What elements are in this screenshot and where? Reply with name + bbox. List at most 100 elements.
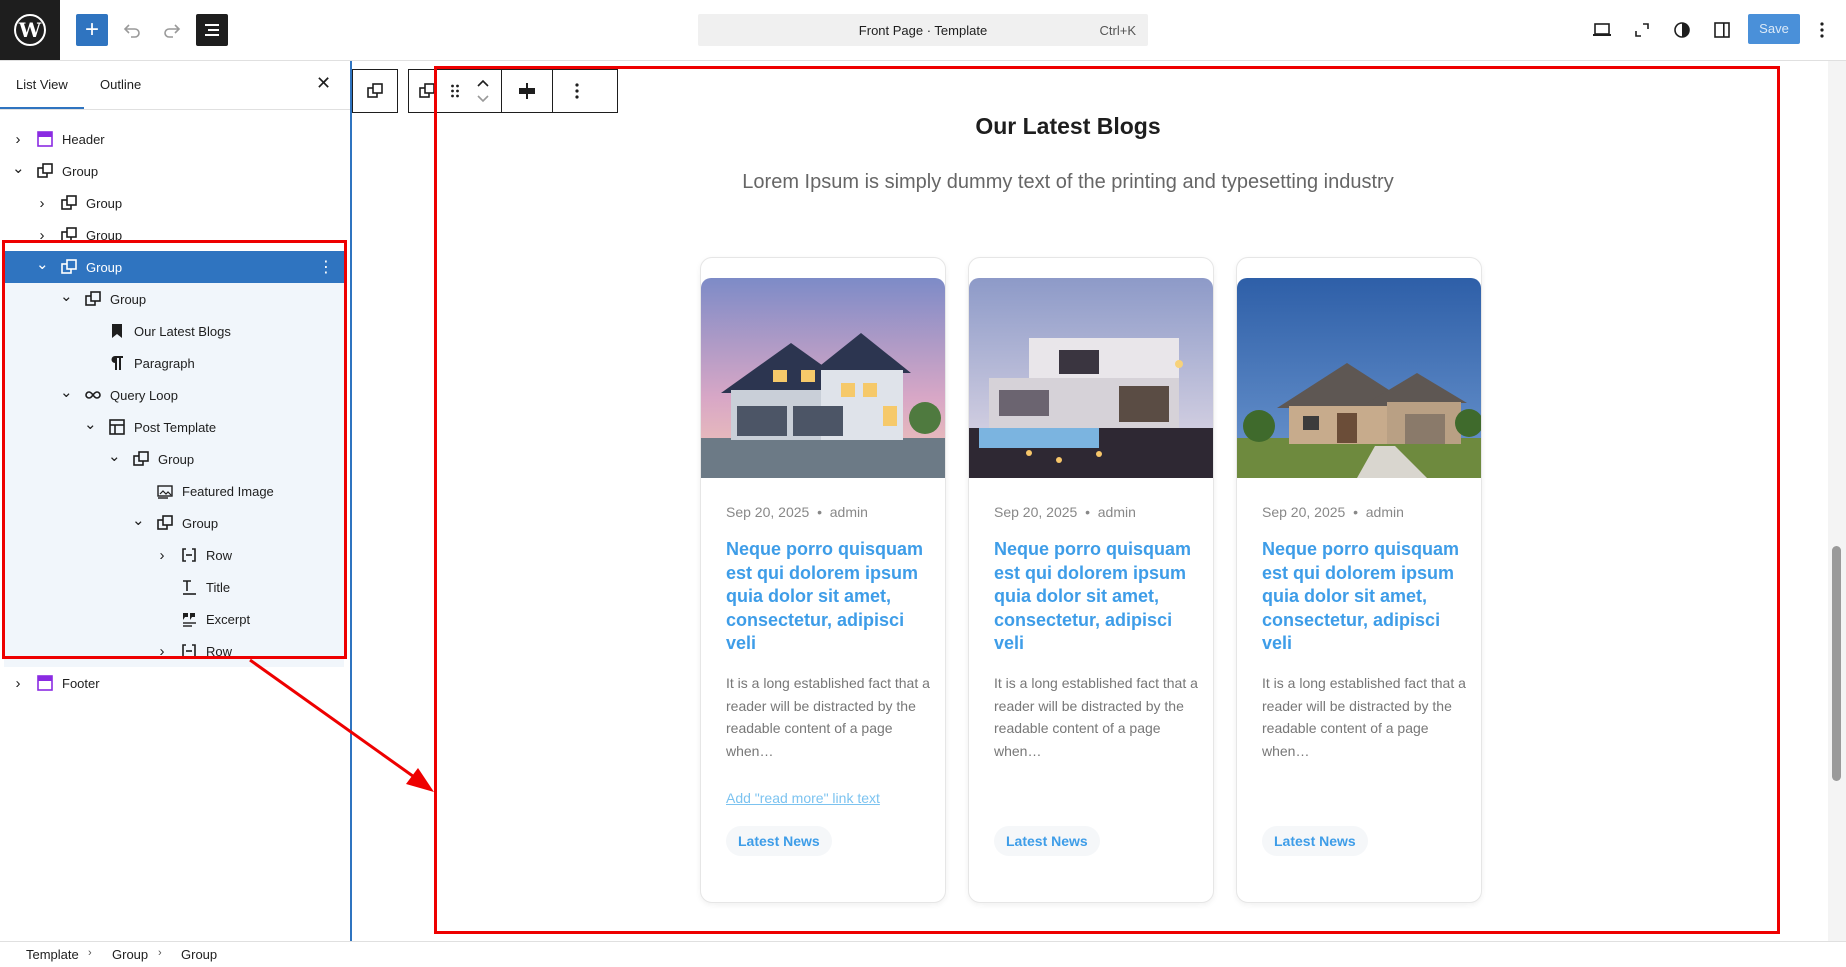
- post-date[interactable]: Sep 20, 2025: [1262, 504, 1345, 520]
- tree-item-group[interactable]: ⌄ Group ⋮: [4, 251, 344, 283]
- post-card[interactable]: Sep 20, 2025 • admin Neque porro quisqua…: [968, 257, 1214, 903]
- tree-item-row[interactable]: › Row: [4, 539, 344, 571]
- save-button[interactable]: Save: [1748, 14, 1800, 44]
- paragraph-icon: [108, 354, 126, 372]
- tree-item-group[interactable]: › Group: [4, 187, 344, 219]
- redo-button[interactable]: [156, 14, 188, 46]
- chevron-down-icon[interactable]: ⌄: [108, 447, 121, 465]
- tree-item-featured-image[interactable]: Featured Image: [4, 475, 344, 507]
- shortcut-hint: Ctrl+K: [1099, 23, 1136, 38]
- svg-text:W: W: [18, 18, 42, 42]
- parent-block-selector[interactable]: [352, 69, 398, 113]
- tree-item-query-loop[interactable]: ⌄ Query Loop: [4, 379, 344, 411]
- excerpt-icon: [180, 610, 198, 628]
- read-more-link[interactable]: Add "read more" link text: [726, 790, 880, 806]
- chevron-down-icon[interactable]: ⌄: [60, 383, 73, 401]
- wordpress-logo-button[interactable]: W: [0, 0, 60, 60]
- post-date[interactable]: Sep 20, 2025: [726, 504, 809, 520]
- chevron-right-icon[interactable]: ›: [12, 675, 24, 692]
- editor-canvas: Our Latest Blogs Lorem Ipsum is simply d…: [352, 61, 1828, 941]
- chevron-down-icon[interactable]: ⌄: [132, 511, 145, 529]
- styles-button[interactable]: [1666, 14, 1698, 46]
- redo-icon: [164, 24, 181, 38]
- close-icon[interactable]: ✕: [316, 73, 331, 94]
- featured-image[interactable]: [1237, 278, 1481, 478]
- list-view-sidebar: List View Outline ✕ › Header ⌄ Group › Group ›…: [0, 61, 352, 941]
- undo-icon: [123, 24, 140, 38]
- add-block-button[interactable]: +: [76, 14, 108, 46]
- tree-item-group[interactable]: ⌄ Group: [4, 507, 344, 539]
- post-excerpt[interactable]: It is a long established fact that a rea…: [994, 672, 1199, 762]
- sidebar-tabs: List View Outline ✕: [0, 61, 350, 110]
- chevron-right-icon[interactable]: ›: [36, 195, 48, 212]
- category-badge[interactable]: Latest News: [994, 826, 1100, 856]
- chevron-right-icon[interactable]: ›: [36, 227, 48, 244]
- plus-icon: +: [84, 16, 99, 43]
- tree-item-label: Query Loop: [110, 388, 178, 403]
- tree-item-title[interactable]: Title: [4, 571, 344, 603]
- chevron-down-icon[interactable]: ⌄: [60, 287, 73, 305]
- chevron-right-icon: ›: [158, 947, 162, 959]
- chevron-right-icon[interactable]: ›: [12, 131, 24, 148]
- expand-icon: [1635, 23, 1649, 37]
- tree-item-label: Group: [86, 260, 123, 275]
- settings-sidebar-button[interactable]: [1706, 14, 1738, 46]
- undo-button[interactable]: [116, 14, 148, 46]
- tree-item-label: Group: [86, 228, 123, 243]
- options-button[interactable]: [1806, 14, 1838, 46]
- tab-list-view[interactable]: List View: [0, 77, 84, 109]
- chevron-down-icon[interactable]: ⌄: [36, 255, 49, 273]
- tree-item-excerpt[interactable]: Excerpt: [4, 603, 344, 635]
- contrast-icon: [1674, 22, 1690, 38]
- tree-item-paragraph[interactable]: Paragraph: [4, 347, 344, 379]
- post-author[interactable]: admin: [830, 504, 868, 520]
- post-excerpt[interactable]: It is a long established fact that a rea…: [1262, 672, 1467, 762]
- tree-item-group[interactable]: ⌄ Group: [4, 443, 344, 475]
- featured-image[interactable]: [701, 278, 945, 478]
- post-excerpt[interactable]: It is a long established fact that a rea…: [726, 672, 931, 762]
- chevron-right-icon[interactable]: ›: [156, 547, 168, 564]
- tab-outline[interactable]: Outline: [100, 77, 141, 92]
- featured-image[interactable]: [969, 278, 1213, 478]
- scrollbar-thumb[interactable]: [1832, 546, 1841, 781]
- command-palette-button[interactable]: Front Page · Template Ctrl+K: [698, 14, 1148, 46]
- tree-item-label: Our Latest Blogs: [134, 324, 231, 339]
- preview-device-button[interactable]: [1586, 14, 1618, 46]
- breadcrumb-item[interactable]: Template: [26, 947, 79, 962]
- tree-item-label: Title: [206, 580, 231, 595]
- tree-item-post-template[interactable]: ⌄ Post Template: [4, 411, 344, 443]
- post-title[interactable]: Neque porro quisquam est qui dolorem ips…: [726, 538, 926, 656]
- section-heading[interactable]: Our Latest Blogs: [436, 113, 1700, 140]
- chevron-down-icon[interactable]: ⌄: [84, 415, 97, 433]
- heading-bookmark-icon: [108, 322, 126, 340]
- chevron-down-icon[interactable]: ⌄: [12, 159, 25, 177]
- section-paragraph[interactable]: Lorem Ipsum is simply dummy text of the …: [436, 171, 1700, 194]
- tree-item-header[interactable]: › Header: [4, 123, 344, 155]
- chevron-right-icon[interactable]: ›: [156, 643, 168, 660]
- breadcrumb-item[interactable]: Group: [112, 947, 148, 962]
- tree-item-label: Header: [62, 132, 105, 147]
- document-overview-button[interactable]: [196, 14, 228, 46]
- canvas-scrollbar[interactable]: [1828, 61, 1846, 941]
- tree-item-group[interactable]: ⌄ Group: [4, 155, 344, 187]
- category-badge[interactable]: Latest News: [726, 826, 832, 856]
- category-badge[interactable]: Latest News: [1262, 826, 1368, 856]
- post-author[interactable]: admin: [1366, 504, 1404, 520]
- post-date[interactable]: Sep 20, 2025: [994, 504, 1077, 520]
- tree-item-footer[interactable]: › Footer: [4, 667, 344, 699]
- tree-item-our-latest-blogs[interactable]: Our Latest Blogs: [4, 315, 344, 347]
- loop-icon: [84, 386, 102, 404]
- post-title[interactable]: Neque porro quisquam est qui dolorem ips…: [994, 538, 1194, 656]
- house-photo: [969, 278, 1213, 478]
- post-card[interactable]: Sep 20, 2025 • admin Neque porro quisqua…: [1236, 257, 1482, 903]
- tree-item-group[interactable]: ⌄ Group: [4, 283, 344, 315]
- post-card[interactable]: Sep 20, 2025 • admin Neque porro quisqua…: [700, 257, 946, 903]
- tree-item-group[interactable]: › Group: [4, 219, 344, 251]
- post-author[interactable]: admin: [1098, 504, 1136, 520]
- breadcrumb-item: Group: [181, 947, 218, 962]
- zoom-out-button[interactable]: [1626, 14, 1658, 46]
- tree-item-label: Group: [86, 196, 123, 211]
- more-vertical-icon[interactable]: ⋮: [318, 257, 334, 277]
- post-title[interactable]: Neque porro quisquam est qui dolorem ips…: [1262, 538, 1462, 656]
- tree-item-row[interactable]: › Row: [4, 635, 344, 667]
